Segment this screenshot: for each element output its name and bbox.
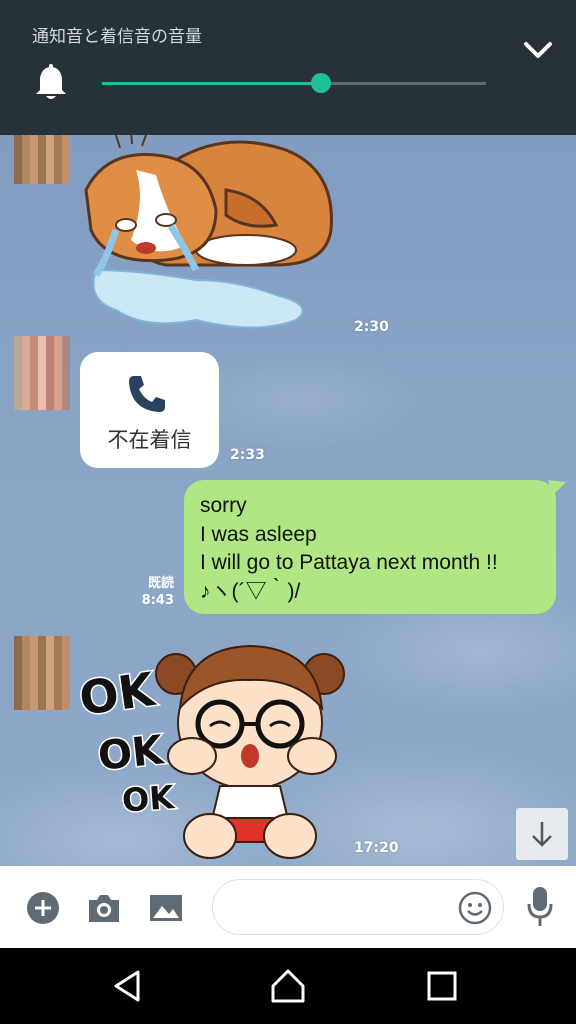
- image-icon[interactable]: [148, 892, 184, 924]
- message-line: I will go to Pattaya next month !!: [200, 551, 498, 574]
- friend-avatar[interactable]: [14, 636, 70, 710]
- message-time: 17:20: [354, 840, 399, 856]
- smiley-icon[interactable]: [458, 891, 492, 925]
- volume-slider[interactable]: [102, 73, 486, 93]
- bell-icon[interactable]: [34, 64, 68, 102]
- volume-slider-thumb[interactable]: [310, 73, 331, 93]
- volume-title: 通知音と着信音の音量: [32, 27, 202, 47]
- camera-icon[interactable]: [86, 892, 122, 924]
- message-line: sorry: [200, 494, 247, 517]
- volume-slider-fill: [102, 82, 321, 85]
- ok-girl-sticker[interactable]: OK OK OK: [76, 628, 348, 864]
- sent-message-bubble[interactable]: sorry I was asleep I will go to Pattaya …: [184, 480, 556, 614]
- message-time: 2:30: [354, 319, 389, 335]
- back-triangle-icon[interactable]: [110, 968, 146, 1004]
- crying-corgi-sticker[interactable]: [76, 130, 342, 336]
- message-line: ♪ヽ(´▽｀)/: [200, 579, 301, 603]
- arrow-down-icon: [532, 822, 552, 847]
- read-status: 既読 8:43: [128, 575, 174, 609]
- missed-call-label: 不在着信: [107, 428, 192, 452]
- friend-avatar[interactable]: [14, 336, 70, 410]
- message-time: 8:43: [141, 593, 174, 608]
- phone-icon: [129, 376, 165, 412]
- missed-call-bubble[interactable]: 不在着信: [80, 352, 219, 468]
- home-icon[interactable]: [270, 968, 306, 1004]
- volume-panel: 通知音と着信音の音量: [0, 0, 576, 135]
- message-line: I was asleep: [200, 522, 317, 546]
- recents-square-icon[interactable]: [424, 968, 460, 1004]
- mic-icon[interactable]: [526, 886, 554, 928]
- message-time: 2:33: [230, 447, 265, 463]
- sticker-text: OK: [121, 778, 177, 820]
- plus-icon[interactable]: [26, 891, 60, 925]
- sticker-text: OK: [76, 662, 160, 726]
- scroll-to-bottom-button[interactable]: [516, 808, 568, 860]
- chevron-down-icon[interactable]: [522, 38, 554, 62]
- read-label: 既読: [147, 576, 174, 591]
- sticker-text: OK: [96, 727, 167, 780]
